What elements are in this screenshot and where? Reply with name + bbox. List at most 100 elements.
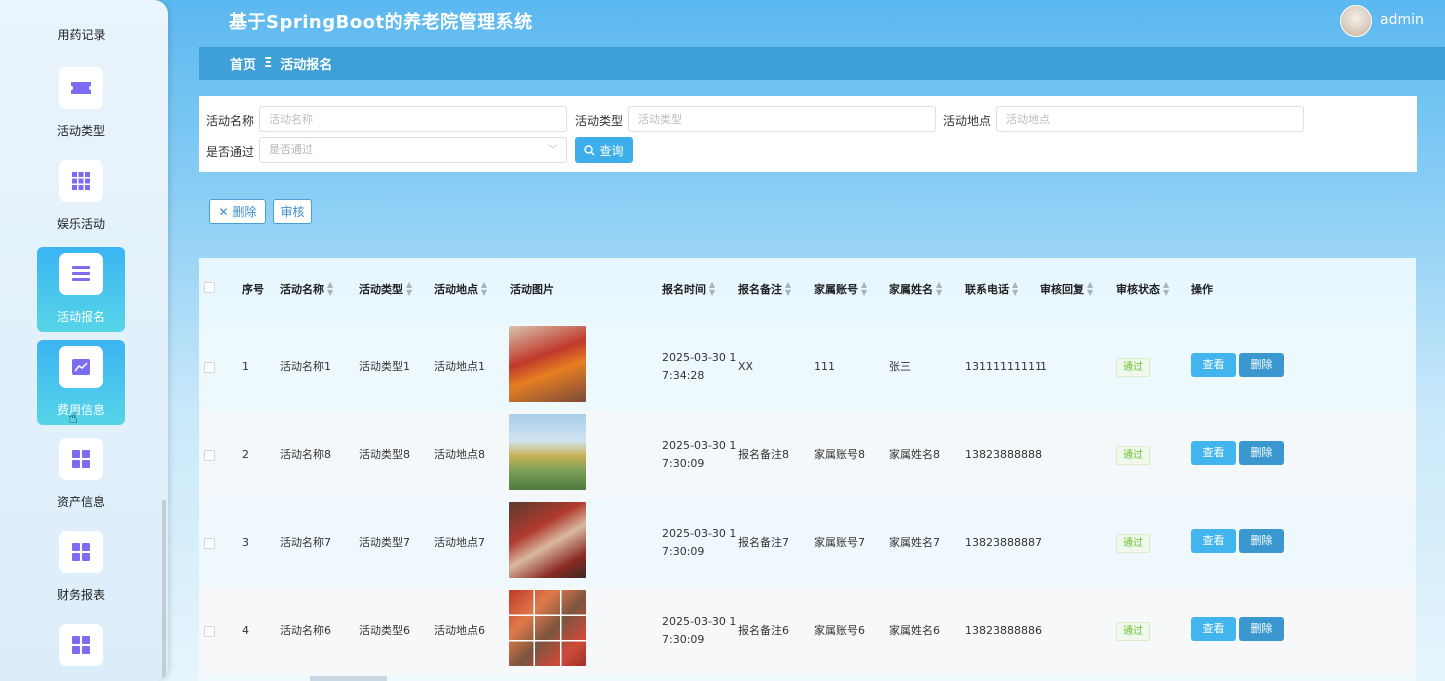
activity-type-label: 活动类型	[575, 114, 624, 128]
audit-button[interactable]: 审核	[273, 199, 312, 224]
cell-name: 活动名称7	[280, 536, 331, 549]
sort-icon: ▲ ▼	[1163, 280, 1170, 297]
close-icon: ✕	[218, 204, 229, 219]
status-badge: 通过	[1116, 534, 1150, 553]
cell-account: 111	[814, 360, 835, 373]
cell-time-1: 2025-03-30 1	[662, 439, 737, 452]
sidebar-item-label[interactable]: 用药记录	[0, 26, 163, 43]
chart-icon	[59, 346, 103, 388]
cell-account: 家属账号8	[814, 448, 865, 461]
view-button[interactable]: 查看	[1191, 441, 1236, 465]
pass-select[interactable]: 是否通过 ﹀	[259, 137, 567, 163]
row-checkbox[interactable]	[204, 450, 215, 461]
sidebar-item-finance-report[interactable]: 财务报表	[37, 525, 125, 610]
view-button[interactable]: 查看	[1191, 529, 1236, 553]
sidebar-item-label: 费用信息	[56, 403, 105, 417]
status-badge: 通过	[1116, 446, 1150, 465]
col-header-account[interactable]: 家属账号 ▲ ▼	[814, 281, 867, 297]
activity-place-input[interactable]	[996, 106, 1304, 132]
cell-remark: XX	[738, 360, 754, 373]
status-badge: 通过	[1116, 358, 1150, 377]
cell-name: 活动名称1	[280, 360, 331, 373]
breadcrumb-home[interactable]: 首页	[230, 54, 256, 73]
col-header-image: 活动图片	[510, 283, 554, 296]
cell-family: 张三	[889, 360, 911, 373]
avatar[interactable]	[1340, 5, 1372, 37]
col-header-remark[interactable]: 报名备注 ▲ ▼	[738, 281, 791, 297]
app-title: 基于SpringBoot的养老院管理系统	[229, 12, 533, 33]
activity-image[interactable]	[509, 326, 586, 402]
cell-no: 4	[242, 624, 249, 637]
cell-no: 3	[242, 536, 249, 549]
cell-family: 家属姓名6	[889, 624, 940, 637]
apps-icon	[59, 438, 103, 480]
activity-image[interactable]	[509, 414, 586, 490]
col-header-status[interactable]: 审核状态 ▲ ▼	[1116, 281, 1169, 297]
cell-time-1: 2025-03-30 1	[662, 351, 737, 364]
cell-time-2: 7:30:09	[662, 545, 705, 558]
sidebar-item-assets[interactable]: 资产信息	[37, 432, 125, 517]
sidebar-item-activity-signup[interactable]: 活动报名	[37, 247, 125, 332]
search-icon	[584, 144, 595, 155]
select-all-checkbox[interactable]	[204, 282, 215, 293]
sidebar-item-more[interactable]	[37, 618, 125, 681]
sort-icon: ▲ ▼	[785, 280, 792, 297]
cell-name: 活动名称6	[280, 624, 331, 637]
cell-type: 活动类型1	[359, 360, 410, 373]
bulk-delete-button[interactable]: ✕ 删除	[209, 199, 266, 224]
ticket-icon	[59, 67, 103, 109]
cell-place: 活动地点1	[434, 360, 485, 373]
chevron-down-icon: ﹀	[548, 145, 558, 156]
row-checkbox[interactable]	[204, 362, 215, 373]
sort-icon: ▲ ▼	[406, 280, 413, 297]
sidebar-item-activity-type[interactable]: 活动类型	[37, 61, 125, 146]
user-name[interactable]: admin	[1380, 12, 1424, 28]
sidebar-item-fee-info[interactable]: 费用信息	[37, 340, 125, 425]
col-header-reply[interactable]: 审核回复 ▲ ▼	[1040, 281, 1093, 297]
cell-phone: 13111111111	[965, 360, 1042, 373]
cell-remark: 报名备注6	[738, 624, 789, 637]
delete-button[interactable]: 删除	[1239, 617, 1284, 641]
apps-icon	[59, 531, 103, 573]
view-button[interactable]: 查看	[1191, 353, 1236, 377]
sidebar-item-entertainment[interactable]: 娱乐活动	[37, 154, 125, 239]
row-checkbox[interactable]	[204, 626, 215, 637]
query-button-label: 查询	[599, 143, 624, 158]
activity-place-label: 活动地点	[943, 114, 992, 128]
col-header-name[interactable]: 活动名称 ▲ ▼	[280, 281, 333, 297]
col-header-phone[interactable]: 联系电话 ▲ ▼	[965, 281, 1018, 297]
activity-image[interactable]	[509, 590, 586, 666]
pass-select-placeholder: 是否通过	[269, 143, 313, 156]
list-icon	[59, 253, 103, 295]
activity-name-input[interactable]	[259, 106, 567, 132]
cell-place: 活动地点7	[434, 536, 485, 549]
sidebar-scrollbar[interactable]	[162, 500, 166, 681]
sidebar-item-label: 财务报表	[56, 588, 105, 602]
cell-place: 活动地点8	[434, 448, 485, 461]
delete-button[interactable]: 删除	[1239, 441, 1284, 465]
row-checkbox[interactable]	[204, 538, 215, 549]
query-button[interactable]: 查询	[575, 137, 633, 163]
col-header-family[interactable]: 家属姓名 ▲ ▼	[889, 281, 942, 297]
col-header-place[interactable]: 活动地点 ▲ ▼	[434, 281, 487, 297]
cell-remark: 报名备注7	[738, 536, 789, 549]
cell-family: 家属姓名8	[889, 448, 940, 461]
cell-reply: 1	[1040, 360, 1047, 373]
cell-time-1: 2025-03-30 1	[662, 527, 737, 540]
search-panel: 活动名称 活动类型 活动地点 是否通过 是否通过 ﹀ 查询	[199, 96, 1417, 172]
view-button[interactable]: 查看	[1191, 617, 1236, 641]
table-row: 4 活动名称6 活动类型6 活动地点6 2025-03-30 1 7:30:09…	[199, 587, 1416, 675]
delete-button[interactable]: 删除	[1239, 529, 1284, 553]
activity-type-input[interactable]	[628, 106, 936, 132]
sidebar-item-label: 资产信息	[56, 495, 105, 509]
status-badge: 通过	[1116, 622, 1150, 641]
audit-label: 审核	[280, 205, 305, 219]
activity-image[interactable]	[509, 502, 586, 578]
delete-button[interactable]: 删除	[1239, 353, 1284, 377]
table-row: 2 活动名称8 活动类型8 活动地点8 2025-03-30 1 7:30:09…	[199, 411, 1416, 499]
sidebar-item-label: 娱乐活动	[56, 217, 105, 231]
col-header-type[interactable]: 活动类型 ▲ ▼	[359, 281, 412, 297]
cell-phone: 13823888887	[965, 536, 1042, 549]
activity-name-label: 活动名称	[206, 114, 255, 128]
col-header-time[interactable]: 报名时间 ▲ ▼	[662, 281, 715, 297]
